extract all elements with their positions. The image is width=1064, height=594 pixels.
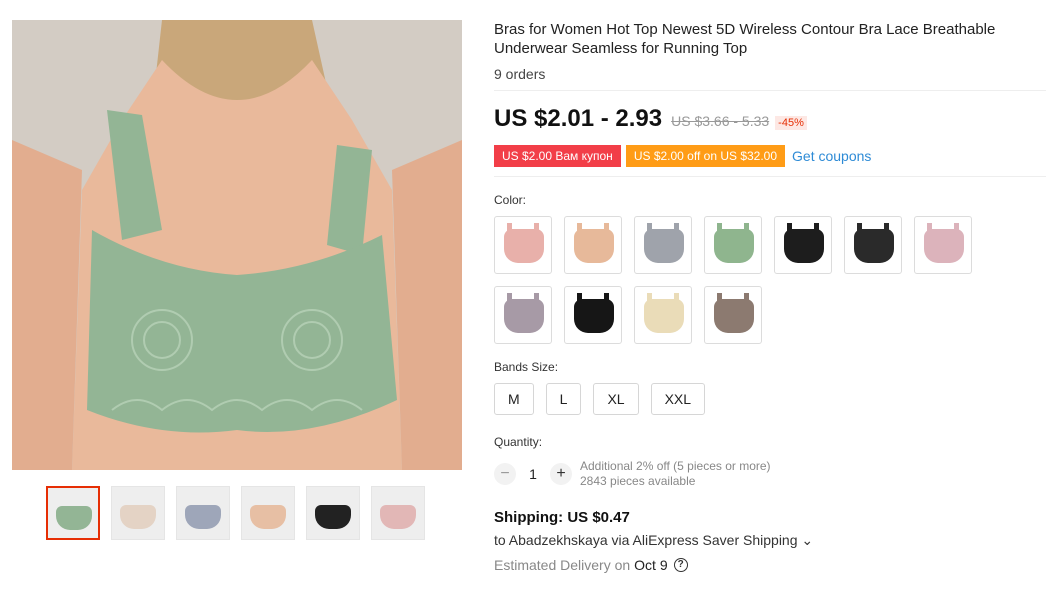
color-swatch-pink[interactable] — [494, 216, 552, 274]
shipping-price: Shipping: US $0.47 — [494, 509, 630, 526]
thumbnail-beige[interactable] — [241, 486, 295, 540]
decrease-quantity-button[interactable]: − — [494, 463, 516, 485]
quantity-label: Quantity: — [494, 435, 543, 449]
bulk-discount-text: Additional 2% off (5 pieces or more) — [580, 459, 771, 473]
divider — [494, 176, 1046, 177]
main-product-image[interactable] — [12, 20, 462, 470]
color-swatch-beige[interactable] — [564, 216, 622, 274]
help-icon[interactable]: ? — [673, 558, 688, 572]
coupon-store[interactable]: US $2.00 off on US $32.00 — [625, 145, 786, 167]
estimated-delivery: Estimated Delivery on Oct 9 ? — [494, 557, 1050, 573]
delivery-label: Estimated Delivery on — [494, 557, 631, 573]
current-price: US $2.01 - 2.93 — [494, 105, 663, 132]
color-swatch-black-2[interactable] — [564, 286, 622, 344]
size-option-l[interactable]: L — [545, 383, 582, 415]
shipping-destination[interactable]: to Abadzekhskaya via AliExpress Saver Sh… — [494, 532, 1050, 549]
stock-available-text: 2843 pieces available — [580, 474, 696, 488]
color-swatch-purple-gray[interactable] — [494, 286, 552, 344]
color-swatch-light-pink[interactable] — [914, 216, 972, 274]
color-swatch-cream[interactable] — [634, 286, 692, 344]
thumbnail-pink[interactable] — [371, 486, 425, 540]
color-swatch-green[interactable] — [704, 216, 762, 274]
delivery-date: Oct 9 — [634, 557, 668, 573]
color-swatch-gray[interactable] — [634, 216, 692, 274]
color-options — [494, 216, 984, 344]
discount-badge: -45% — [775, 116, 807, 130]
size-options: M L XL XXL — [494, 383, 1050, 415]
thumbnail-gray[interactable] — [176, 486, 230, 540]
orders-count: 9 orders — [494, 66, 546, 82]
quantity-info: Additional 2% off (5 pieces or more) 284… — [580, 459, 771, 489]
product-title: Bras for Women Hot Top Newest 5D Wireles… — [494, 21, 996, 57]
size-option-xl[interactable]: XL — [593, 383, 639, 415]
color-swatch-black[interactable] — [844, 216, 902, 274]
thumbnail-beige-white[interactable] — [111, 486, 165, 540]
coupon-row: US $2.00 Вам купон US $2.00 off on US $3… — [494, 145, 1050, 167]
coupon-new-user[interactable]: US $2.00 Вам купон — [494, 145, 621, 167]
quantity-stepper: − 1 + Additional 2% off (5 pieces or mor… — [494, 459, 1050, 489]
color-swatch-coffee[interactable] — [704, 286, 762, 344]
thumbnail-green[interactable] — [46, 486, 100, 540]
size-option-m[interactable]: M — [494, 383, 534, 415]
price-row: US $2.01 - 2.93 US $3.66 - 5.33 -45% — [494, 105, 1050, 133]
thumbnail-black[interactable] — [306, 486, 360, 540]
thumbnail-strip — [46, 486, 425, 540]
size-label: Bands Size: — [494, 360, 559, 374]
quantity-input[interactable]: 1 — [516, 466, 550, 482]
original-price: US $3.66 - 5.33 — [671, 113, 770, 129]
get-coupons-link[interactable]: Get coupons — [792, 148, 871, 164]
divider — [494, 90, 1046, 91]
increase-quantity-button[interactable]: + — [550, 463, 572, 485]
product-photo-illustration — [12, 20, 462, 470]
color-swatch-black-lace[interactable] — [774, 216, 832, 274]
size-option-xxl[interactable]: XXL — [650, 383, 706, 415]
product-details: Bras for Women Hot Top Newest 5D Wireles… — [494, 20, 1050, 573]
color-label: Color: — [494, 193, 527, 207]
